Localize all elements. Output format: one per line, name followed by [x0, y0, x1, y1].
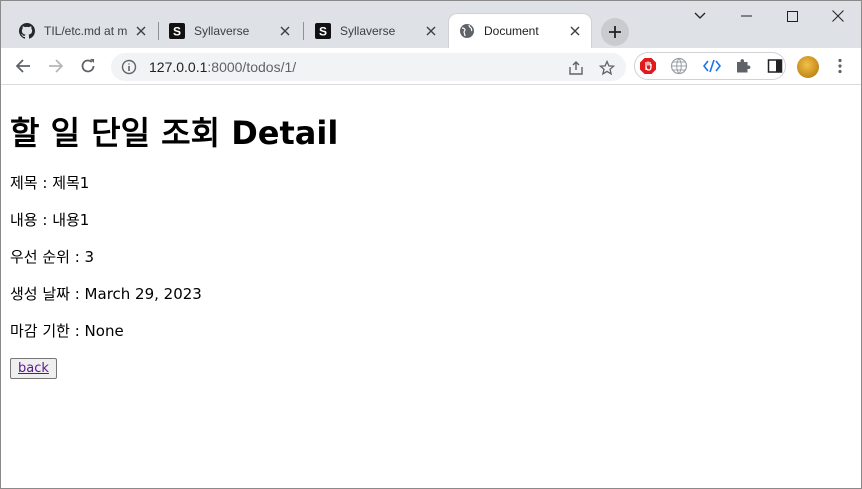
- chevron-down-icon: [694, 12, 706, 19]
- syllaverse-icon: S: [169, 23, 185, 39]
- close-icon: [832, 10, 844, 22]
- side-panel-icon[interactable]: [765, 56, 785, 76]
- minimize-button[interactable]: [723, 1, 769, 31]
- url-host: 127.0.0.1: [149, 59, 208, 75]
- url-text[interactable]: 127.0.0.1:8000/todos/1/: [149, 59, 296, 75]
- share-icon[interactable]: [567, 59, 585, 77]
- github-icon: [19, 23, 35, 39]
- tab-document[interactable]: Document: [449, 14, 591, 48]
- bookmark-star-icon[interactable]: [598, 59, 616, 77]
- page-title: 할 일 단일 조회 Detail: [10, 114, 339, 152]
- detail-deadline-row: 마감 기한 : None: [10, 322, 124, 340]
- arrow-right-icon: [49, 59, 64, 73]
- address-bar[interactable]: 127.0.0.1:8000/todos/1/: [111, 53, 626, 81]
- tab-strip: TIL/etc.md at m S Syllaverse S Syllavers…: [1, 1, 861, 48]
- browser-window: TIL/etc.md at m S Syllaverse S Syllavers…: [0, 0, 862, 489]
- maximize-icon: [786, 10, 798, 22]
- detail-content-row: 내용 : 내용1: [10, 211, 90, 229]
- tab-syllaverse-2[interactable]: S Syllaverse: [305, 14, 447, 48]
- browser-toolbar: 127.0.0.1:8000/todos/1/: [1, 48, 861, 85]
- detail-priority-row: 우선 순위 : 3: [10, 248, 95, 266]
- svg-text:S: S: [173, 25, 181, 39]
- close-window-button[interactable]: [815, 1, 861, 31]
- tab-title: Syllaverse: [340, 24, 396, 38]
- tab-title: Syllaverse: [194, 24, 250, 38]
- url-path: :8000/todos/1/: [207, 59, 297, 75]
- detail-created-row: 생성 날짜 : March 29, 2023: [10, 285, 202, 303]
- tab-close-icon[interactable]: [567, 23, 583, 39]
- plus-icon: [609, 26, 621, 38]
- minimize-icon: [740, 15, 752, 17]
- translate-extension-icon[interactable]: [669, 56, 689, 76]
- reload-button[interactable]: [74, 52, 102, 80]
- syllaverse-icon: S: [315, 23, 331, 39]
- page-content: 할 일 단일 조회 Detail 제목 : 제목1 내용 : 내용1 우선 순위…: [1, 86, 861, 488]
- tab-close-icon[interactable]: [277, 23, 293, 39]
- profile-avatar[interactable]: [797, 56, 819, 78]
- detail-title-row: 제목 : 제목1: [10, 174, 90, 192]
- menu-kebab-icon[interactable]: [830, 56, 850, 76]
- tab-syllaverse-1[interactable]: S Syllaverse: [159, 14, 301, 48]
- back-link[interactable]: back: [18, 361, 49, 376]
- devtools-extension-icon[interactable]: [702, 56, 722, 76]
- new-tab-button[interactable]: [601, 18, 629, 46]
- tab-separator: [303, 22, 304, 40]
- puzzle-icon[interactable]: [733, 56, 753, 76]
- reload-icon: [81, 59, 95, 73]
- back-button[interactable]: back: [10, 358, 57, 379]
- tab-title: TIL/etc.md at m: [44, 24, 128, 38]
- arrow-left-icon: [15, 59, 30, 73]
- globe-icon: [459, 23, 475, 39]
- maximize-button[interactable]: [769, 1, 815, 31]
- tab-close-icon[interactable]: [133, 23, 149, 39]
- adblock-extension-icon[interactable]: [638, 56, 658, 76]
- forward-nav-button[interactable]: [42, 52, 70, 80]
- svg-text:S: S: [319, 25, 327, 39]
- back-nav-button[interactable]: [9, 52, 37, 80]
- site-info-icon[interactable]: [121, 59, 137, 75]
- tab-github[interactable]: TIL/etc.md at m: [9, 14, 157, 48]
- tab-title: Document: [484, 24, 539, 38]
- tab-search-button[interactable]: [677, 1, 723, 31]
- tab-close-icon[interactable]: [423, 23, 439, 39]
